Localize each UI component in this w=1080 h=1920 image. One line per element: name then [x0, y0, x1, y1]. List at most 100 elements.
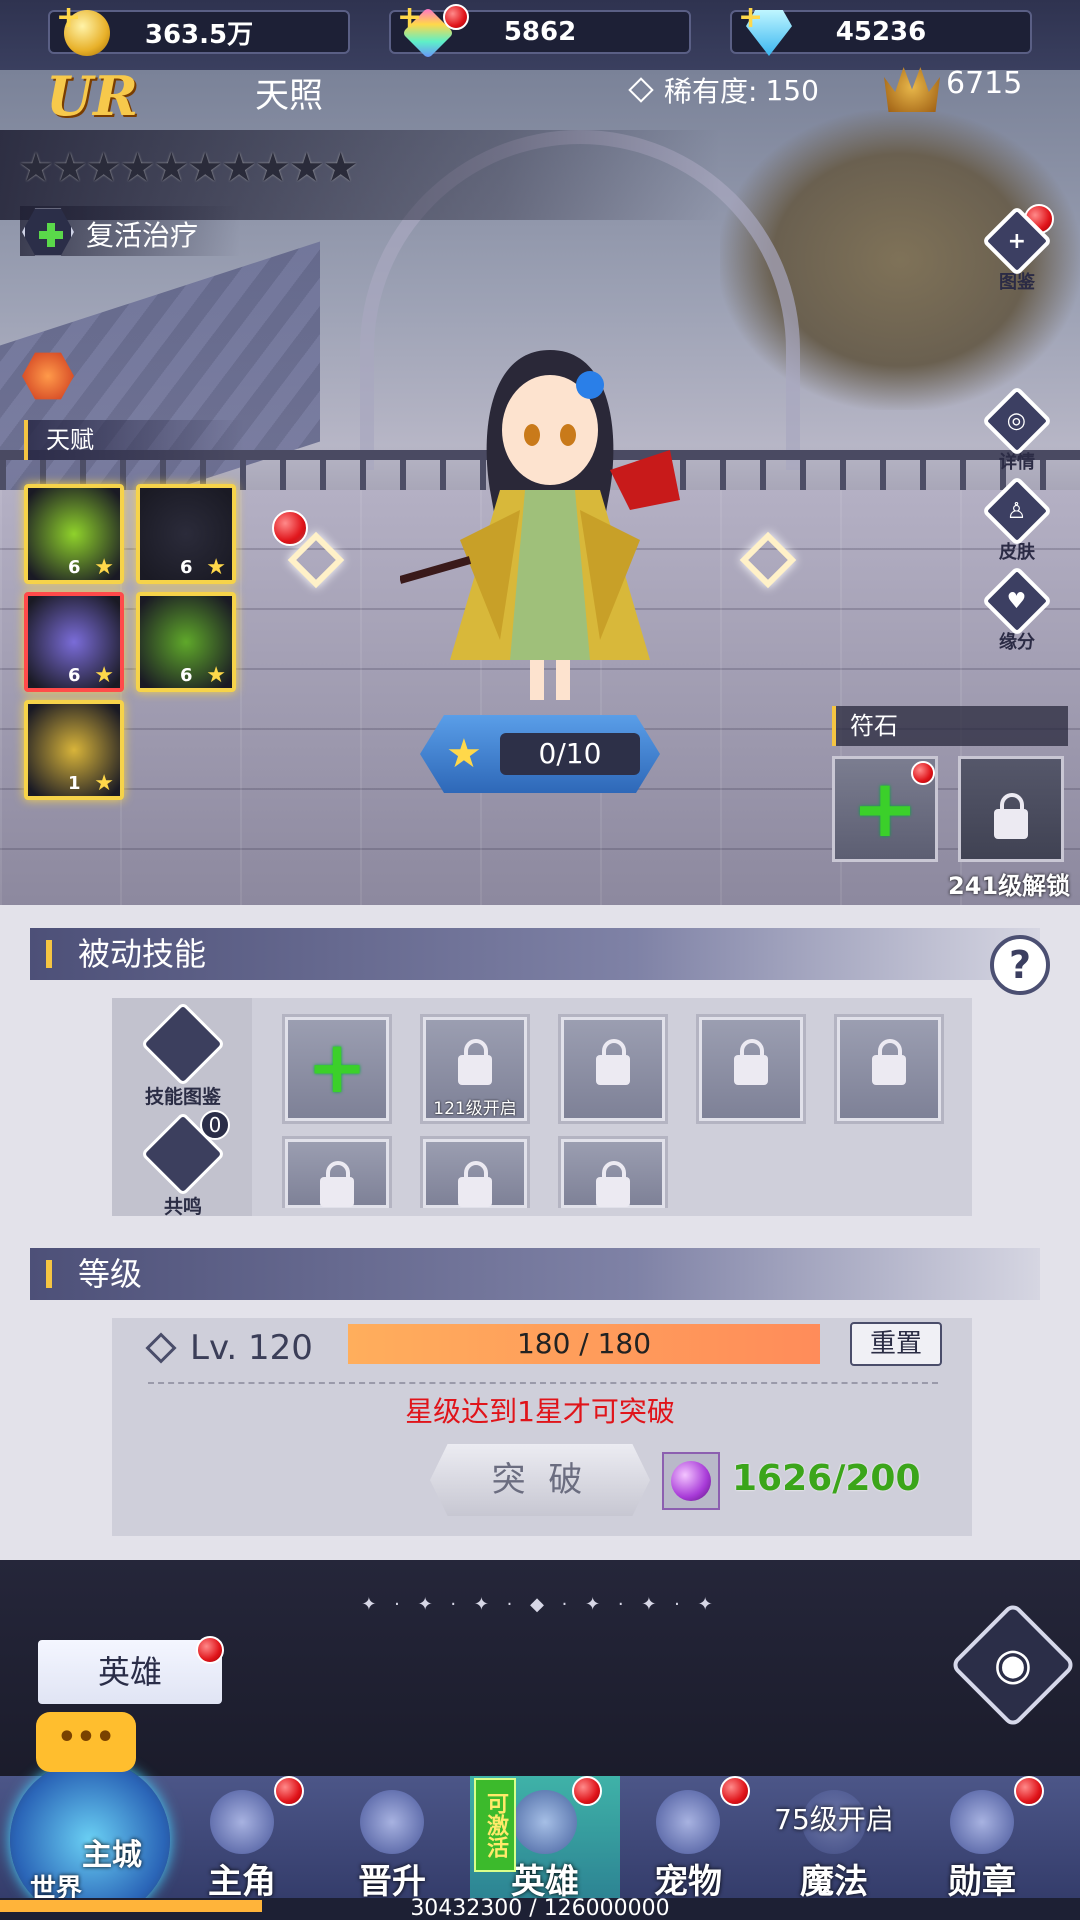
diamond-bullet-icon: [628, 77, 654, 103]
level-text: Lv. 120: [190, 1328, 313, 1368]
star-icon: ★: [153, 145, 189, 191]
gold-counter[interactable]: + 363.5万: [48, 0, 350, 56]
helmet-icon: [513, 1790, 577, 1854]
diamond-counter[interactable]: + 45236: [730, 0, 1032, 56]
lock-icon: [734, 1039, 768, 1085]
star-icon: ★: [18, 145, 54, 191]
hero-star-rating: ★★★★★★★★★★: [18, 145, 359, 191]
nav-magic[interactable]: 魔法: [774, 1776, 894, 1916]
passive-slot-add[interactable]: +: [282, 1014, 392, 1124]
passive-slot-locked[interactable]: [558, 1014, 668, 1124]
book-icon: [140, 1001, 226, 1087]
promotion-icon: [360, 1790, 424, 1854]
reset-button[interactable]: 重置: [850, 1322, 942, 1366]
nav-promotion[interactable]: 晋升: [332, 1776, 452, 1916]
talent-header: 天赋: [24, 420, 244, 460]
resource-bar: + 363.5万 + 5862 + 45236: [0, 0, 1080, 70]
talent-level: 6: [68, 557, 81, 578]
magnifier-icon: ◎: [981, 385, 1053, 457]
exp-bar: 180 / 180: [348, 1324, 820, 1364]
help-button[interactable]: ?: [990, 935, 1050, 995]
star-icon: ★: [94, 771, 114, 796]
activate-badge: 可激活: [474, 1778, 516, 1872]
star-icon: ★: [221, 145, 257, 191]
rune-unlock-text: 241级解锁: [948, 872, 1071, 900]
chat-bubble-button[interactable]: •••: [36, 1712, 136, 1772]
magic-unlock-text: 75级开启: [774, 1803, 894, 1836]
rainbow-gem-counter[interactable]: + 5862: [389, 0, 691, 60]
star-icon: ★: [206, 555, 226, 580]
star-up-button[interactable]: ★ 0/10: [420, 715, 660, 793]
level-display: Lv. 120: [145, 1328, 313, 1368]
level-header: 等级: [30, 1248, 1040, 1300]
lock-icon: [458, 1039, 492, 1085]
talent-slot[interactable]: 6 ★: [136, 484, 236, 584]
role-skill-label: 复活治疗: [86, 219, 199, 252]
hero-tab-label[interactable]: 英雄: [38, 1640, 222, 1704]
details-button[interactable]: ◎ 详情: [981, 385, 1053, 476]
passive-slot-locked[interactable]: [420, 1136, 530, 1208]
passive-slot-locked[interactable]: 121级开启: [420, 1014, 530, 1124]
skin-button[interactable]: ♙ 皮肤: [981, 475, 1053, 566]
talent-level: 6: [180, 557, 193, 578]
diamond-bullet-icon: [145, 1332, 177, 1364]
passive-slot-locked[interactable]: [696, 1014, 806, 1124]
passive-slot-locked[interactable]: [282, 1136, 392, 1208]
medal-icon: [950, 1790, 1014, 1854]
talent-level: 6: [180, 665, 193, 686]
skill-codex-button[interactable]: 技能图鉴: [140, 1001, 226, 1109]
rune-slot-add[interactable]: +: [832, 756, 938, 862]
notification-dot: [443, 4, 469, 30]
rarity-value: 150: [765, 73, 819, 107]
talent-slot[interactable]: 6 ★: [24, 592, 124, 692]
rune-notification-dot: [911, 761, 935, 785]
breakthrough-button[interactable]: 突 破: [430, 1444, 650, 1516]
passive-skill-header: 被动技能: [30, 928, 1040, 980]
star-up-icon: ★: [446, 731, 482, 777]
lock-icon: [994, 793, 1028, 839]
hero-character-sprite[interactable]: [400, 340, 700, 720]
gold-amount: 363.5万: [144, 19, 254, 50]
lock-icon: [320, 1161, 354, 1207]
star-icon: ★: [322, 145, 359, 191]
add-rainbow-gem-icon[interactable]: +: [397, 0, 422, 35]
hero-rarity: 稀有度: 150: [628, 70, 819, 110]
codex-icon: +: [981, 205, 1053, 277]
add-gold-icon[interactable]: +: [56, 0, 81, 35]
add-diamond-icon[interactable]: +: [738, 0, 763, 35]
star-icon: ★: [119, 145, 156, 191]
breakthrough-cost: 1626/200: [732, 1458, 921, 1499]
rarity-label: 稀有度:: [664, 75, 758, 108]
rune-slot-locked[interactable]: [958, 756, 1064, 862]
hero-name: 天照: [255, 76, 323, 116]
world-city-label: 主城: [82, 1838, 142, 1873]
notification-dot: [572, 1776, 602, 1806]
lock-icon: [872, 1039, 906, 1085]
star-icon: ★: [94, 555, 114, 580]
plus-icon: +: [306, 1025, 368, 1109]
decor-divider: ✦ · ✦ · ✦ · ◆ · ✦ · ✦ · ✦: [361, 1594, 719, 1615]
star-icon: ★: [206, 663, 226, 688]
breakthrough-orb-icon: [662, 1452, 720, 1510]
lock-icon: [596, 1039, 630, 1085]
talent-slot[interactable]: 6 ★: [136, 592, 236, 692]
notification-dot: [1014, 1776, 1044, 1806]
passive-slot-locked[interactable]: [834, 1014, 944, 1124]
hero-rank-badge: UR: [46, 64, 138, 128]
codex-button[interactable]: + 图鉴: [981, 205, 1053, 296]
lock-icon: [596, 1161, 630, 1207]
account-exp-text: 30432300 / 126000000: [410, 1896, 670, 1920]
lock-icon: [458, 1161, 492, 1207]
heart-icon: ♥: [981, 565, 1053, 637]
talent-slot[interactable]: 1 ★: [24, 700, 124, 800]
talent-slot[interactable]: 6 ★: [24, 484, 124, 584]
hero-tab-notification-dot: [196, 1636, 224, 1664]
passive-slot-locked[interactable]: [558, 1136, 668, 1208]
talent-level: 1: [68, 773, 81, 794]
star-icon: ★: [94, 663, 114, 688]
skill-codex-label: 技能图鉴: [145, 1086, 222, 1108]
star-icon: ★: [85, 145, 122, 191]
bond-button[interactable]: ♥ 缘分: [981, 565, 1053, 656]
eye-icon: ◉: [993, 1639, 1033, 1690]
slot-unlock-text: 121级开启: [433, 1099, 517, 1119]
